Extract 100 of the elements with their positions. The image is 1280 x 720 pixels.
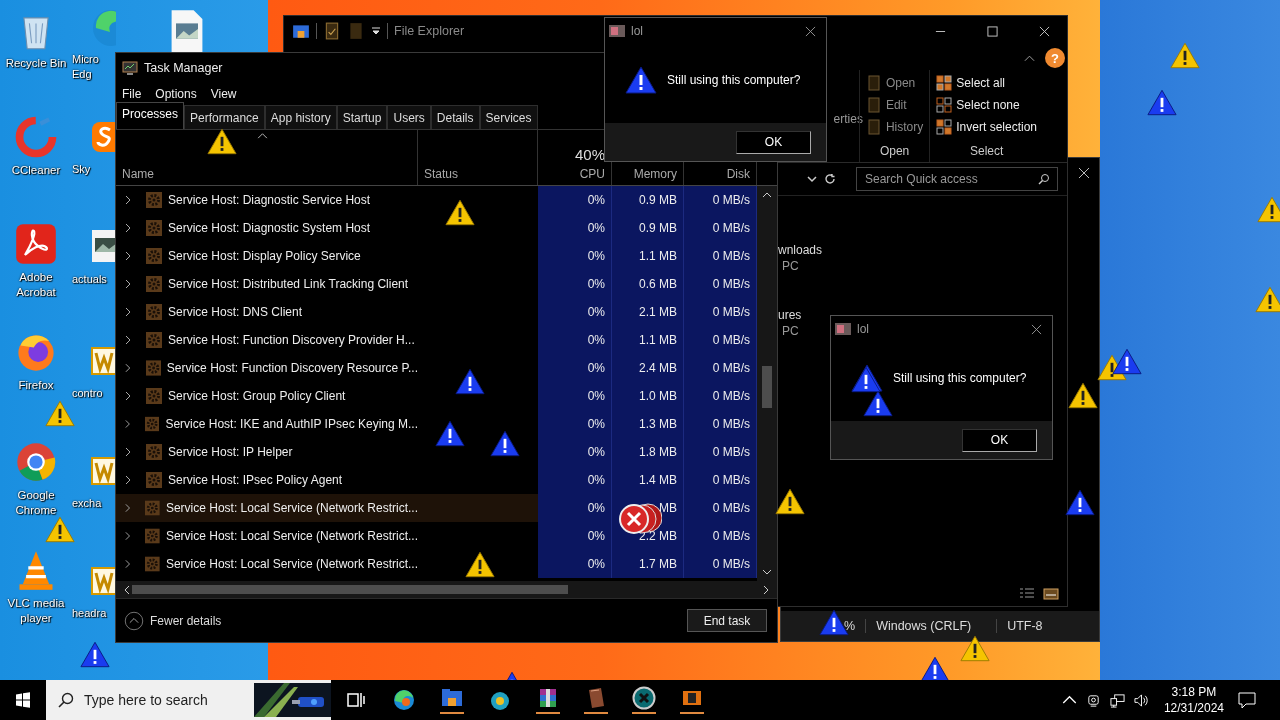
process-row[interactable]: Service Host: Group Policy Client 0% 1.0 MB 0 MB/s	[116, 382, 757, 410]
scroll-up-icon[interactable]	[762, 190, 772, 200]
process-row[interactable]: Service Host: IP Helper 0% 1.8 MB 0 MB/s	[116, 438, 757, 466]
end-task-button[interactable]: End task	[687, 609, 767, 632]
ribbon-command[interactable]: Invert selection	[956, 120, 1037, 134]
archive-icon[interactable]	[536, 686, 560, 714]
grid-icon[interactable]	[936, 119, 953, 135]
tab[interactable]: Processes	[116, 102, 185, 129]
webcam-icon[interactable]	[1085, 692, 1101, 708]
column-header[interactable]: Memory	[633, 167, 677, 181]
notification-icon[interactable]	[1238, 691, 1256, 709]
dropdown-icon[interactable]	[371, 26, 381, 36]
warning-icon	[455, 368, 485, 395]
expand-icon[interactable]	[124, 335, 132, 345]
scroll-thumb[interactable]	[762, 366, 772, 408]
expand-icon[interactable]	[124, 251, 132, 261]
scroll-down-icon[interactable]	[762, 567, 772, 577]
table-cell: 2.4 MB	[612, 354, 684, 382]
expand-icon[interactable]	[124, 307, 132, 317]
checklist-icon[interactable]	[323, 22, 341, 40]
folder-name[interactable]: ures	[778, 307, 802, 323]
tiles-view-icon[interactable]	[1043, 588, 1059, 600]
expand-icon[interactable]	[124, 195, 132, 205]
table-cell: 0 MB/s	[684, 354, 757, 382]
expand-icon[interactable]	[124, 447, 132, 457]
search-icon[interactable]	[58, 692, 74, 708]
menu-item[interactable]: View	[210, 87, 237, 101]
tab[interactable]: Services	[479, 105, 538, 129]
menu-item[interactable]: File	[122, 87, 142, 101]
app-icon[interactable]	[14, 222, 58, 266]
search-field[interactable]: Search Quick access	[856, 167, 1058, 191]
expand-icon[interactable]	[124, 391, 132, 401]
table-cell: 1.0 MB	[612, 382, 684, 410]
ribbon-command[interactable]: History	[885, 120, 924, 134]
process-row[interactable]: Service Host: Function Discovery Provider H... 0% 1.1 MB 0 MB/s	[116, 326, 757, 354]
ribbon-command[interactable]: Select all	[956, 76, 1005, 90]
browser-icon[interactable]	[392, 688, 416, 712]
search-placeholder[interactable]: Type here to search	[84, 692, 208, 708]
process-row[interactable]: Service Host: Function Discovery Resource P... 0% 2.4 MB 0 MB/s	[116, 354, 757, 382]
folder-icon[interactable]	[440, 686, 464, 714]
column-header[interactable]: Name	[122, 167, 411, 181]
grid-icon[interactable]	[936, 97, 953, 113]
scrollbar[interactable]	[116, 581, 777, 598]
fewer-details-link[interactable]: Fewer details	[150, 613, 222, 628]
ribbon-command[interactable]: Edit	[885, 98, 907, 112]
process-name: Service Host: DNS Client	[168, 305, 303, 319]
scroll-right-icon[interactable]	[761, 584, 771, 595]
tab[interactable]: Details	[430, 105, 480, 129]
tab[interactable]: App history	[264, 105, 337, 129]
process-row[interactable]: Service Host: Diagnostic System Host 0% 0.9 MB 0 MB/s	[116, 214, 757, 242]
status-item: Windows (CRLF)	[865, 619, 997, 633]
ribbon-command[interactable]: Open	[885, 76, 916, 90]
table-cell: 0.6 MB	[612, 270, 684, 298]
clock[interactable]: 3:18 PM 12/31/2024	[1157, 684, 1238, 716]
volume-icon[interactable]	[1133, 692, 1149, 708]
warning-icon	[465, 551, 495, 578]
collapse-icon[interactable]	[124, 610, 144, 631]
grid-icon[interactable]	[936, 75, 953, 91]
network-icon[interactable]	[1109, 692, 1125, 708]
close-icon[interactable]	[1031, 323, 1042, 335]
menu-item[interactable]: Options	[155, 87, 197, 101]
close-icon[interactable]	[1038, 25, 1050, 37]
folder-icon[interactable]	[292, 22, 310, 40]
expand-icon[interactable]	[124, 475, 132, 485]
gear-icon	[146, 304, 162, 320]
error-icon[interactable]	[632, 686, 656, 714]
tab[interactable]: Performance	[184, 105, 265, 129]
scroll-left-icon[interactable]	[122, 584, 132, 595]
search-icon[interactable]	[1038, 173, 1050, 185]
tab[interactable]: Startup	[336, 105, 388, 129]
process-row[interactable]: Service Host: Distributed Link Tracking Client 0% 0.6 MB 0 MB/s	[116, 270, 757, 298]
process-row[interactable]: Service Host: Local Service (Network Restrict... 0% MB 0 MB/s	[116, 494, 757, 522]
close-icon[interactable]	[805, 25, 816, 37]
ok-button[interactable]: OK	[962, 428, 1037, 452]
column-header[interactable]: CPU	[579, 167, 605, 181]
ribbon-command[interactable]: Select none	[956, 98, 1020, 112]
process-row[interactable]: Service Host: Local Service (Network Restrict... 0% 1.7 MB 0 MB/s	[116, 550, 757, 578]
expand-icon[interactable]	[124, 223, 132, 233]
process-row[interactable]: Service Host: Diagnostic Service Host 0% 0.9 MB 0 MB/s	[116, 186, 757, 214]
table-cell: 0%	[538, 186, 612, 214]
refresh-icon[interactable]	[824, 173, 836, 185]
expand-icon[interactable]	[124, 279, 132, 289]
dropdown-icon[interactable]	[806, 173, 818, 185]
process-row[interactable]: Service Host: IPsec Policy Agent 0% 1.4 MB 0 MB/s	[116, 466, 757, 494]
search-bar[interactable]: Type here to search	[46, 680, 331, 720]
tab[interactable]: Users	[387, 105, 431, 129]
book-icon[interactable]	[584, 686, 608, 714]
process-row[interactable]: Service Host: DNS Client 0% 2.1 MB 0 MB/s	[116, 298, 757, 326]
process-row[interactable]: Service Host: IKE and AuthIP IPsec Keying M... 0% 1.3 MB 0 MB/s	[116, 410, 757, 438]
folder-name[interactable]: wnloads	[778, 242, 823, 258]
ok-button[interactable]: OK	[736, 130, 811, 154]
scroll-thumb[interactable]	[132, 585, 568, 594]
scrollbar[interactable]	[757, 186, 777, 581]
maximize-icon[interactable]	[986, 25, 998, 37]
expand-icon[interactable]	[124, 363, 132, 373]
process-row[interactable]: Service Host: Display Policy Service 0% 1.1 MB 0 MB/s	[116, 242, 757, 270]
collapse-ribbon-icon[interactable]	[1024, 54, 1035, 62]
close-icon[interactable]	[1078, 167, 1090, 179]
column-header[interactable]: Status	[424, 167, 531, 181]
column-header[interactable]: Disk	[726, 167, 750, 181]
